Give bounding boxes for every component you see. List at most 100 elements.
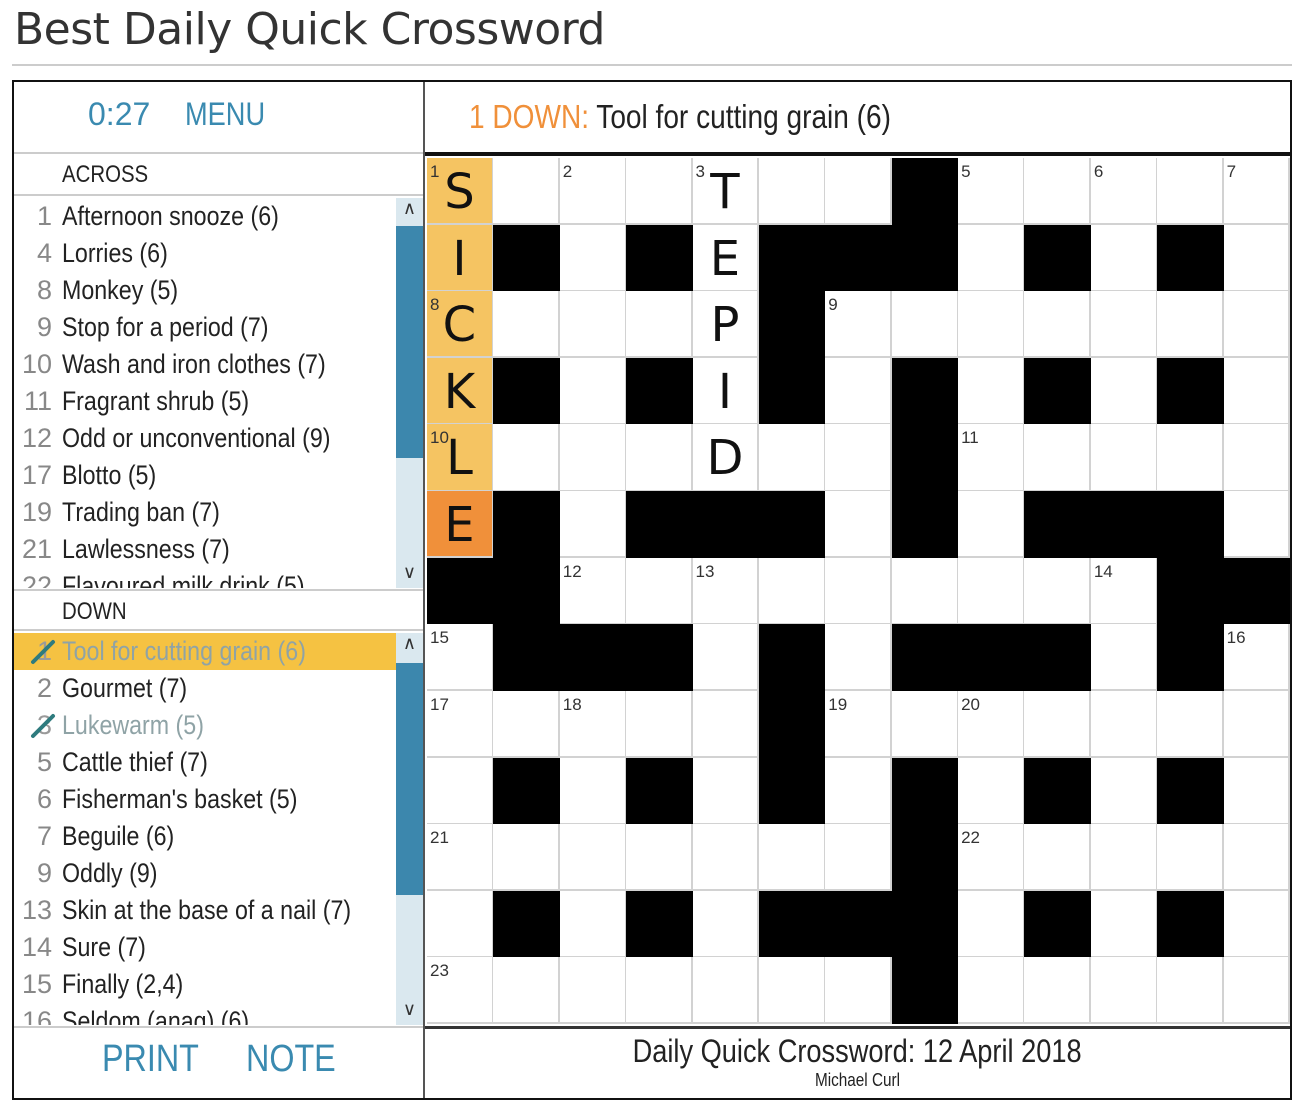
scroll-up-icon[interactable]: ∧: [396, 198, 423, 224]
grid-cell[interactable]: [758, 557, 826, 625]
print-button[interactable]: PRINT: [102, 1038, 199, 1081]
across-clue-22[interactable]: 22 Flavoured milk drink (5): [14, 568, 396, 588]
scroll-down-icon[interactable]: ∨: [396, 562, 423, 588]
grid-cell[interactable]: [758, 824, 826, 892]
grid-cell[interactable]: E: [427, 491, 494, 559]
grid-cell[interactable]: 19: [825, 690, 893, 759]
grid-cell[interactable]: [559, 224, 627, 292]
grid-cell[interactable]: [1024, 557, 1092, 625]
grid-cell[interactable]: [559, 357, 627, 425]
grid-cell[interactable]: [626, 957, 694, 1025]
grid-cell[interactable]: 6: [1090, 158, 1158, 226]
down-clue-2[interactable]: 2 Gourmet (7): [14, 670, 396, 707]
grid-cell[interactable]: 17: [427, 690, 494, 759]
grid-cell[interactable]: 20: [958, 690, 1025, 759]
grid-cell[interactable]: [1090, 824, 1158, 892]
grid-cell[interactable]: [825, 824, 893, 892]
grid-cell[interactable]: [958, 491, 1025, 559]
grid-cell[interactable]: [493, 158, 561, 226]
down-clue-15[interactable]: 15 Finally (2,4): [14, 966, 396, 1003]
grid-cell[interactable]: [1223, 224, 1291, 292]
across-clue-21[interactable]: 21 Lawlessness (7): [14, 531, 396, 568]
grid-cell[interactable]: [493, 291, 561, 359]
grid-cell[interactable]: [626, 690, 694, 759]
grid-cell[interactable]: [559, 957, 627, 1025]
grid-cell[interactable]: [1223, 824, 1291, 892]
grid-cell[interactable]: 3T: [692, 158, 760, 226]
grid-cell[interactable]: 11: [958, 424, 1025, 492]
grid-cell[interactable]: 23: [427, 957, 494, 1025]
scroll-down-icon[interactable]: ∨: [396, 999, 423, 1025]
grid-cell[interactable]: 5: [958, 158, 1025, 226]
grid-cell[interactable]: [1024, 690, 1092, 759]
note-button[interactable]: NOTE: [246, 1038, 336, 1081]
grid-cell[interactable]: [1157, 957, 1225, 1025]
grid-cell[interactable]: 1S: [427, 158, 494, 226]
grid-cell[interactable]: [1223, 957, 1291, 1025]
across-clue-4[interactable]: 4 Lorries (6): [14, 235, 396, 272]
grid-cell[interactable]: E: [692, 224, 760, 292]
grid-cell[interactable]: [559, 491, 627, 559]
down-clue-6[interactable]: 6 Fisherman's basket (5): [14, 781, 396, 818]
grid-cell[interactable]: [626, 824, 694, 892]
menu-button[interactable]: MENU: [185, 96, 265, 133]
across-clue-9[interactable]: 9 Stop for a period (7): [14, 309, 396, 346]
grid-cell[interactable]: [559, 824, 627, 892]
grid-cell[interactable]: [825, 158, 893, 226]
grid-cell[interactable]: [692, 824, 760, 892]
grid-cell[interactable]: [493, 690, 561, 759]
grid-cell[interactable]: [559, 424, 627, 492]
grid-cell[interactable]: [958, 357, 1025, 425]
down-clue-14[interactable]: 14 Sure (7): [14, 929, 396, 966]
grid-cell[interactable]: [1090, 757, 1158, 825]
grid-cell[interactable]: [626, 424, 694, 492]
across-clue-11[interactable]: 11 Fragrant shrub (5): [14, 383, 396, 420]
grid-cell[interactable]: [1157, 690, 1225, 759]
down-scroll-thumb[interactable]: [396, 663, 423, 895]
grid-cell[interactable]: 12: [559, 557, 627, 625]
grid-cell[interactable]: [559, 291, 627, 359]
grid-cell[interactable]: [1090, 224, 1158, 292]
grid-cell[interactable]: [825, 624, 893, 692]
down-clue-1[interactable]: 1Tool for cutting grain (6): [14, 633, 396, 670]
grid-cell[interactable]: [1024, 424, 1092, 492]
grid-cell[interactable]: [493, 424, 561, 492]
grid-cell[interactable]: 18: [559, 690, 627, 759]
grid-cell[interactable]: 13: [692, 557, 760, 625]
grid-cell[interactable]: [958, 890, 1025, 958]
grid-cell[interactable]: [758, 424, 826, 492]
grid-cell[interactable]: I: [692, 357, 760, 425]
grid-cell[interactable]: 8C: [427, 291, 494, 359]
grid-cell[interactable]: [1157, 824, 1225, 892]
grid-cell[interactable]: [825, 757, 893, 825]
grid-cell[interactable]: I: [427, 224, 494, 292]
grid-cell[interactable]: [1090, 424, 1158, 492]
grid-cell[interactable]: [1223, 690, 1291, 759]
grid-cell[interactable]: [559, 757, 627, 825]
grid-cell[interactable]: [825, 491, 893, 559]
grid-cell[interactable]: [1090, 357, 1158, 425]
grid-cell[interactable]: 7: [1223, 158, 1291, 226]
grid-cell[interactable]: [1090, 624, 1158, 692]
grid-cell[interactable]: [1223, 424, 1291, 492]
grid-cell[interactable]: [626, 291, 694, 359]
grid-cell[interactable]: [958, 557, 1025, 625]
grid-cell[interactable]: [1090, 291, 1158, 359]
grid-cell[interactable]: 21: [427, 824, 494, 892]
grid-cell[interactable]: 10 L: [427, 424, 494, 492]
grid-cell[interactable]: [559, 890, 627, 958]
grid-cell[interactable]: [825, 357, 893, 425]
grid-cell[interactable]: [1024, 957, 1092, 1025]
down-clue-5[interactable]: 5 Cattle thief (7): [14, 744, 396, 781]
down-clue-16[interactable]: 16 Seldom (anag) (6): [14, 1003, 396, 1025]
grid-cell[interactable]: [1024, 158, 1092, 226]
grid-cell[interactable]: [758, 957, 826, 1025]
grid-cell[interactable]: [1157, 291, 1225, 359]
across-clue-17[interactable]: 17 Blotto (5): [14, 457, 396, 494]
down-scrollbar[interactable]: ∧ ∨: [396, 633, 423, 1025]
grid-cell[interactable]: [891, 690, 959, 759]
grid-cell[interactable]: 9: [825, 291, 893, 359]
grid-cell[interactable]: [1223, 757, 1291, 825]
grid-cell[interactable]: 14: [1090, 557, 1158, 625]
grid-cell[interactable]: 2: [559, 158, 627, 226]
